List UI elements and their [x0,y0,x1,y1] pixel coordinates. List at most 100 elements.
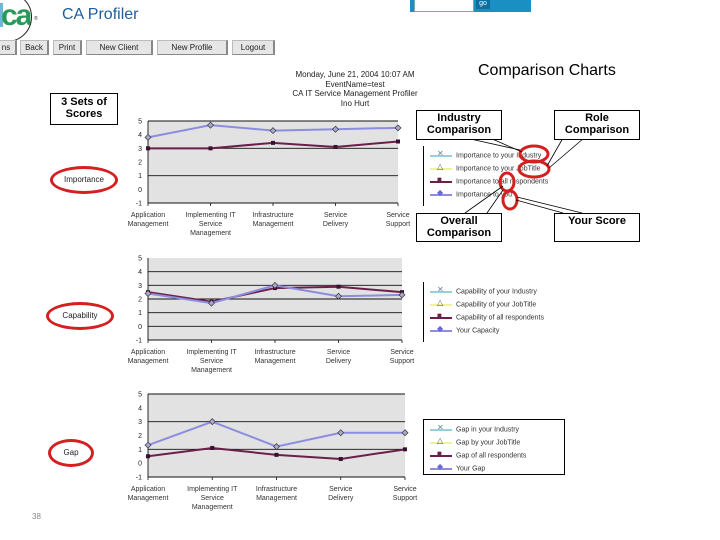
legend-item: △ Capability of your JobTitle [430,298,537,309]
legend-label: Gap by your JobTitle [456,439,521,447]
legend-item: ✕ Gap in your Industry [430,423,520,434]
data-point-square [396,139,400,144]
three-sets-callout: 3 Sets of Scores [50,93,118,125]
chart-legend: ✕ Importance to your Industry △ Importance … [423,146,572,206]
x-tick-label: Implementing IT [185,212,236,219]
x-tick-label: Service [390,349,413,356]
overall-comparison-callout: Overall Comparison [416,213,502,242]
x-tick-label: Service [199,221,222,228]
x-tick-label: Management [191,367,232,374]
legend-swatch-icon: ✕ [430,285,452,295]
x-tick-label: Delivery [326,358,352,365]
legend-item: ■ Importance to all respondents [430,175,549,186]
x-tick-label: Application [131,349,165,356]
legend-swatch-icon: ■ [430,311,452,321]
x-tick-label: Management [255,358,296,365]
y-tick-label: -1 [136,201,142,208]
legend-item: ■ Capability of all respondents [430,311,544,322]
x-tick-label: Service [324,212,347,219]
data-point-square [271,140,275,145]
legend-item: ◆ Your Capacity [430,324,499,334]
x-tick-label: Application [131,212,165,219]
legend-item: △ Importance to your JobTitle [430,162,541,173]
x-tick-label: Delivery [323,221,349,228]
y-tick-label: 2 [138,297,142,304]
legend-label: Capability of your Industry [456,288,537,296]
y-tick-label: 0 [138,187,142,194]
x-tick-label: Service [327,349,350,356]
y-tick-label: 2 [138,160,142,167]
your-score-callout: Your Score [554,213,640,242]
x-tick-label: Management [190,230,231,237]
data-point-square [333,144,338,149]
legend-label: Importance to your Industry [456,152,542,160]
y-tick-label: 1 [138,173,142,180]
legend-swatch-icon: △ [430,162,452,172]
legend-label: Importance to all respondents [456,178,549,186]
x-tick-label: Management [192,504,233,511]
chart-legend: ✕ Gap in your Industry △ Gap by your JobTit… [423,419,565,475]
y-tick-label: -1 [136,338,142,345]
legend-label: Gap in your Industry [456,426,520,434]
legend-item: △ Gap by your JobTitle [430,436,521,447]
x-tick-label: Service [393,486,416,493]
data-point-square [403,447,407,452]
x-tick-label: Management [253,221,294,228]
legend-swatch-icon: ◆ [430,462,452,472]
legend-swatch-icon: △ [430,436,452,446]
data-point-square [208,146,213,151]
legend-item: ■ Gap of all respondents [430,449,527,460]
x-tick-label: Delivery [328,495,354,502]
y-tick-label: 1 [138,447,142,454]
role-comparison-callout: Role Comparison [554,110,640,140]
legend-item: ◆ Your Gap [430,462,485,472]
y-tick-label: 5 [138,119,142,126]
legend-swatch-icon: ■ [430,175,452,185]
legend-label: Capability of your JobTitle [456,301,537,309]
legend-swatch-icon: ◆ [430,324,452,334]
y-tick-label: 1 [138,310,142,317]
y-tick-label: 5 [138,392,142,399]
x-tick-label: Implementing IT [187,486,238,493]
legend-label: Gap of all respondents [456,452,527,460]
data-point-square [274,452,279,457]
data-point-square [336,284,341,289]
x-tick-label: Application [131,486,165,493]
comparison-charts: 0 1 2 3 4 5 -1 Application Management Implementin… [128,119,418,512]
x-tick-label: Management [128,495,169,502]
legend-swatch-icon: △ [430,298,452,308]
x-tick-label: Infrastructure [254,349,295,356]
x-tick-label: Infrastructure [256,486,297,493]
data-point-square [146,454,150,459]
x-tick-label: Implementing IT [186,349,237,356]
y-tick-label: 2 [138,433,142,440]
legend-item: ◆ Importance to you [430,188,513,199]
legend-label: Capability of all respondents [456,314,544,322]
y-tick-label: 4 [138,269,142,276]
y-tick-label: 4 [138,405,142,412]
y-tick-label: 3 [138,146,142,153]
data-point-square [146,146,150,151]
data-point-square [210,445,215,450]
x-tick-label: Support [386,221,411,228]
y-tick-label: 0 [138,461,142,468]
x-tick-label: Support [390,358,415,365]
x-tick-label: Support [393,495,418,502]
page-number: 38 [32,512,41,521]
x-tick-label: Service [329,486,352,493]
y-tick-label: 3 [138,419,142,426]
legend-label: Importance to you [456,191,513,199]
data-point-square [338,457,343,462]
y-tick-label: 4 [138,132,142,139]
legend-item: ✕ Importance to your Industry [430,149,542,160]
legend-item: ✕ Capability of your Industry [430,285,537,296]
y-tick-label: 0 [138,324,142,331]
y-tick-label: 5 [138,256,142,263]
x-tick-label: Service [200,358,223,365]
plot-area [148,394,405,477]
legend-swatch-icon: ✕ [430,423,452,433]
y-tick-label: 3 [138,283,142,290]
legend-label: Importance to your JobTitle [456,165,541,173]
industry-comparison-callout: Industry Comparison [416,110,502,140]
x-tick-label: Service [386,212,409,219]
